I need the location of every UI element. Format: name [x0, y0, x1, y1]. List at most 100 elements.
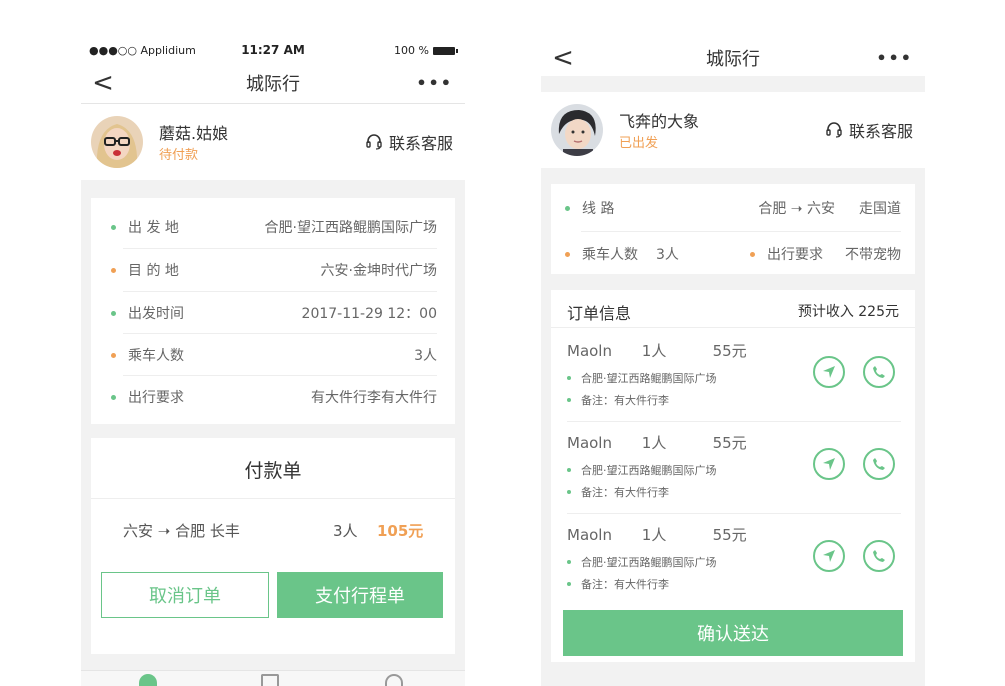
detail-row-destination: 目 的 地 六安·金坤时代广场: [111, 249, 437, 291]
expected-income: 预计收入 225元: [797, 304, 899, 320]
navigate-button[interactable]: [813, 448, 845, 480]
avatar: [551, 104, 603, 156]
nav-bar: < 城际行 •••: [541, 40, 925, 76]
detail-label: 出 发 地: [128, 220, 179, 236]
passenger-count: 1人: [641, 526, 667, 544]
dot-icon: [567, 468, 571, 472]
navigate-button[interactable]: [813, 356, 845, 388]
call-button[interactable]: [863, 448, 895, 480]
pickup-address: 合肥·望江西路鲲鹏国际广场: [581, 372, 717, 385]
detail-value: 六安·金坤时代广场: [320, 263, 437, 279]
order-status: 待付款: [159, 148, 199, 163]
payment-amount: 105元: [377, 522, 424, 540]
cancel-order-button[interactable]: 取消订单: [101, 572, 269, 618]
payment-card: 付款单 六安 ➝ 合肥 长丰 3人 105元 取消订单 支付行程单: [91, 438, 455, 654]
passenger-fee: 55元: [712, 434, 747, 452]
dot-icon: [111, 394, 116, 400]
page-title: 城际行: [246, 73, 300, 95]
detail-row-requirement: 出行要求 有大件行李有大件行: [111, 376, 437, 418]
status-bar: ●●●○○ Applidium 11:27 AM 100 %: [81, 40, 465, 62]
route-card: 线 路 合肥 ➝ 六安 走国道 乘车人数 3人 出行要求 不带宠物: [551, 184, 915, 274]
passenger-fee: 55元: [712, 342, 747, 360]
dot-icon: [111, 224, 116, 230]
order-item: Maoln 1人 55元 合肥·望江西路鲲鹏国际广场 备注：有大件行李: [567, 422, 901, 514]
requirement-value: 不带宠物: [845, 247, 901, 263]
left-phone-screen: ●●●○○ Applidium 11:27 AM 100 % < 城际行 •••…: [81, 40, 465, 686]
payment-route: 六安 ➝ 合肥 长丰: [123, 522, 240, 540]
battery-label: 100 %: [394, 44, 429, 57]
contact-service-button[interactable]: 联系客服: [365, 130, 453, 154]
user-name: 蘑菇.姑娘: [159, 124, 229, 143]
dot-icon: [567, 398, 571, 402]
dot-icon: [567, 376, 571, 380]
detail-value: 有大件行李有大件行: [311, 390, 437, 406]
pay-trip-button[interactable]: 支付行程单: [277, 572, 443, 618]
tab-profile-icon[interactable]: [385, 674, 403, 686]
detail-row-departure: 出 发 地 合肥·望江西路鲲鹏国际广场: [111, 206, 437, 248]
right-phone-screen: < 城际行 ••• 飞奔的大象 已出发 联系客服 线 路 合肥 ➝ 六安 走国道…: [541, 40, 925, 686]
contact-service-button[interactable]: 联系客服: [825, 118, 913, 142]
more-icon[interactable]: •••: [876, 49, 913, 68]
navigate-button[interactable]: [813, 540, 845, 572]
dot-icon: [567, 560, 571, 564]
passenger-row: 乘车人数 3人 出行要求 不带宠物: [565, 232, 901, 276]
call-button[interactable]: [863, 540, 895, 572]
order-info-title: 订单信息: [567, 304, 632, 323]
page-title: 城际行: [706, 49, 760, 70]
detail-row-time: 出发时间 2017-11-29 12：00: [111, 292, 437, 334]
detail-label: 出发时间: [128, 306, 184, 322]
tab-home-icon[interactable]: [139, 674, 157, 686]
pickup-address: 合肥·望江西路鲲鹏国际广场: [581, 556, 717, 569]
order-note: 备注：有大件行李: [581, 394, 669, 407]
road-type: 走国道: [859, 201, 901, 217]
detail-label: 乘车人数: [128, 348, 184, 364]
contact-service-label: 联系客服: [388, 134, 453, 153]
navigation-arrow-icon: [823, 550, 835, 562]
passenger-label: 乘车人数: [582, 247, 638, 263]
payment-passengers: 3人: [333, 522, 358, 540]
order-info-card: 订单信息 预计收入 225元 Maoln 1人 55元 合肥·望江西路鲲鹏国际广…: [551, 290, 915, 662]
dot-icon: [567, 490, 571, 494]
order-item: Maoln 1人 55元 合肥·望江西路鲲鹏国际广场 备注：有大件行李: [567, 330, 901, 422]
detail-label: 出行要求: [128, 390, 184, 406]
user-name: 飞奔的大象: [619, 112, 700, 131]
dot-icon: [750, 251, 755, 257]
confirm-delivery-button[interactable]: 确认送达: [563, 610, 903, 656]
order-info-header: 订单信息 预计收入 225元: [551, 290, 915, 328]
requirement-label: 出行要求: [767, 247, 823, 263]
user-card: 飞奔的大象 已出发 联系客服: [541, 92, 925, 168]
headset-icon: [366, 134, 382, 150]
order-item: Maoln 1人 55元 合肥·望江西路鲲鹏国际广场 备注：有大件行李: [567, 514, 901, 606]
phone-icon: [873, 366, 885, 378]
tab-orders-icon[interactable]: [261, 674, 279, 686]
payment-title: 付款单: [244, 460, 302, 482]
dot-icon: [567, 582, 571, 586]
dot-icon: [565, 205, 570, 211]
more-icon[interactable]: •••: [416, 73, 453, 92]
detail-value: 合肥·望江西路鲲鹏国际广场: [264, 220, 437, 236]
order-status: 已出发: [619, 136, 659, 151]
battery-icon: [433, 46, 458, 55]
route-value: 合肥 ➝ 六安: [758, 201, 835, 217]
pickup-address: 合肥·望江西路鲲鹏国际广场: [581, 464, 717, 477]
passenger-count: 1人: [641, 342, 667, 360]
call-button[interactable]: [863, 356, 895, 388]
passenger-value: 3人: [656, 247, 679, 263]
dot-icon: [565, 251, 570, 257]
detail-value: 2017-11-29 12：00: [301, 306, 437, 322]
avatar: [91, 116, 143, 168]
phone-icon: [873, 550, 885, 562]
order-note: 备注：有大件行李: [581, 578, 669, 591]
dot-icon: [111, 267, 116, 273]
navigation-arrow-icon: [823, 458, 835, 470]
dot-icon: [111, 352, 116, 358]
headset-icon: [826, 122, 842, 138]
contact-service-label: 联系客服: [848, 122, 913, 141]
passenger-count: 1人: [641, 434, 667, 452]
trip-detail-card: 出 发 地 合肥·望江西路鲲鹏国际广场 目 的 地 六安·金坤时代广场 出发时间…: [91, 198, 455, 424]
route-label: 线 路: [582, 201, 615, 217]
detail-row-passengers: 乘车人数 3人: [111, 334, 437, 376]
detail-value: 3人: [414, 348, 437, 364]
passenger-name: Maoln: [567, 526, 612, 544]
detail-label: 目 的 地: [128, 263, 179, 279]
